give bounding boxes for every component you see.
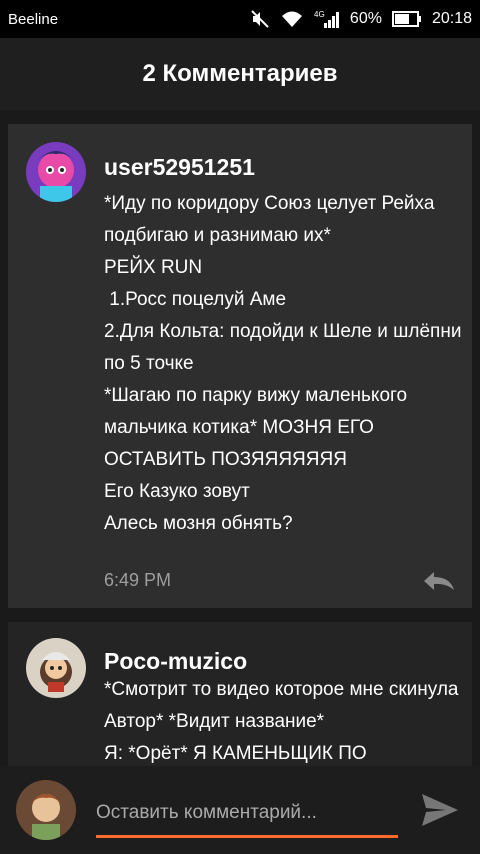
wifi-icon xyxy=(281,11,302,27)
header: 2 Комментариев xyxy=(0,38,480,110)
comment-username[interactable]: user52951251 xyxy=(104,154,255,181)
status-icons: 4G 60% 20:18 xyxy=(250,9,472,29)
status-bar: Beeline 4G 60% 20:18 xyxy=(0,0,480,38)
anime-avatar-icon xyxy=(26,142,86,202)
network-type: 4G xyxy=(314,10,325,19)
comment-input[interactable] xyxy=(96,790,398,838)
battery-percentage: 60% xyxy=(349,10,382,27)
character-avatar-icon xyxy=(26,638,86,698)
comment-item[interactable]: user52951251 *Иду по коридору Союз целуе… xyxy=(8,124,472,608)
page-title: 2 Комментариев xyxy=(142,60,338,87)
avatar[interactable] xyxy=(16,780,76,840)
comment-username[interactable]: Poco-muzico xyxy=(104,648,247,675)
avatar[interactable] xyxy=(26,638,86,698)
send-button[interactable] xyxy=(416,786,464,834)
comment-text: *Смотрит то видео которое мне скинула Ав… xyxy=(104,679,459,764)
comment-timestamp: 6:49 PM xyxy=(104,570,172,590)
reply-icon[interactable] xyxy=(422,570,456,592)
comment-item[interactable]: Poco-muzico *Смотрит то видео которое мн… xyxy=(8,622,472,766)
carrier-name: Beeline xyxy=(8,10,59,28)
avatar[interactable] xyxy=(26,142,86,202)
comment-input-bar xyxy=(0,766,480,854)
battery-icon xyxy=(391,11,421,27)
mute-icon xyxy=(251,10,269,28)
comment-list[interactable]: user52951251 *Иду по коридору Союз целуе… xyxy=(0,110,480,766)
send-icon xyxy=(422,794,458,826)
user-avatar-icon xyxy=(16,780,76,840)
comment-text: *Иду по коридору Союз целует Рейха подби… xyxy=(104,193,462,534)
clock: 20:18 xyxy=(431,10,472,27)
signal-icon: 4G xyxy=(314,10,339,28)
